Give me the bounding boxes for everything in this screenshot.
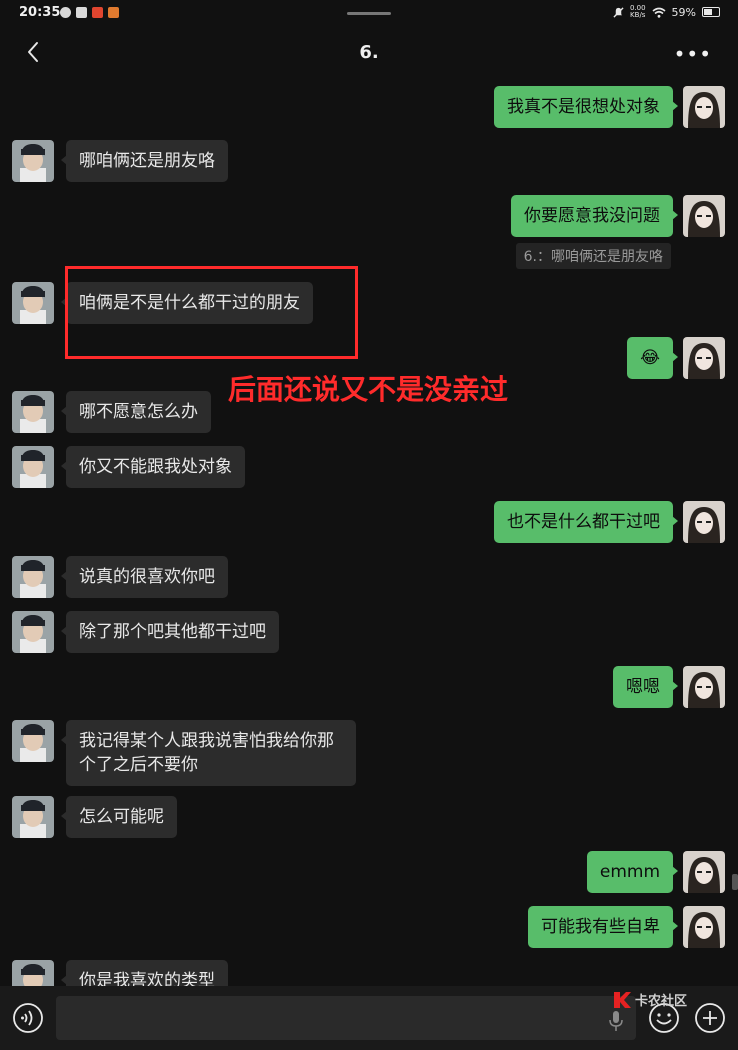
contact-avatar[interactable]: [12, 796, 54, 838]
message-bubble[interactable]: 嗯嗯: [613, 666, 678, 708]
message-bubble[interactable]: 也不是什么都干过吧: [494, 501, 678, 543]
watermark: 卡农社区: [612, 990, 687, 1009]
status-time: 20:35: [19, 5, 61, 20]
more-dots-icon[interactable]: •••: [674, 42, 712, 66]
message-bubble[interactable]: 我真不是很想处对象: [494, 86, 678, 128]
message-bubble[interactable]: 你又不能跟我处对象: [61, 446, 245, 488]
microphone-icon[interactable]: [608, 1010, 624, 1032]
contact-avatar[interactable]: [12, 446, 54, 488]
scroll-indicator[interactable]: [732, 874, 738, 890]
message-bubble[interactable]: 哪咱俩还是朋友咯: [61, 140, 228, 182]
annotation-text: 后面还说又不是没亲过: [228, 373, 509, 406]
self-avatar[interactable]: [683, 906, 725, 948]
status-bar: 20:35 0.00 KB/s 59%: [0, 0, 738, 28]
message-input[interactable]: [56, 996, 636, 1040]
wifi-icon: [652, 7, 666, 18]
voice-icon[interactable]: [12, 1002, 44, 1034]
contact-avatar[interactable]: [12, 556, 54, 598]
watermark-logo-icon: [614, 991, 631, 1008]
quoted-reply[interactable]: 6.：哪咱俩还是朋友咯: [515, 243, 671, 269]
message-bubble[interactable]: 我记得某个人跟我说害怕我给你那个了之后不要你: [61, 720, 356, 786]
contact-avatar[interactable]: [12, 611, 54, 653]
contact-avatar[interactable]: [12, 391, 54, 433]
battery-icon: [702, 7, 720, 17]
multitask-handle[interactable]: [347, 12, 391, 15]
message-bubble[interactable]: 可能我有些自卑: [528, 906, 678, 948]
net-speed: 0.00 KB/s: [629, 4, 646, 19]
chat-header: 6. •••: [0, 28, 738, 78]
battery-percent: 59%: [671, 5, 696, 19]
self-avatar[interactable]: [683, 501, 725, 543]
message-bubble[interactable]: 说真的很喜欢你吧: [61, 556, 228, 598]
chat-title: 6.: [359, 42, 379, 63]
self-avatar[interactable]: [683, 195, 725, 237]
message-bubble[interactable]: 哪不愿意怎么办: [61, 391, 211, 433]
message-notification-icon: [60, 7, 71, 18]
message-bubble[interactable]: 😂: [627, 337, 678, 379]
self-avatar[interactable]: [683, 86, 725, 128]
message-bubble[interactable]: 你要愿意我没问题: [511, 195, 678, 237]
watermark-text: 卡农社区: [635, 994, 688, 1009]
contact-avatar[interactable]: [12, 140, 54, 182]
app-notification-icon: [92, 7, 103, 18]
video-notification-icon: [76, 7, 87, 18]
contact-avatar[interactable]: [12, 282, 54, 324]
contact-avatar[interactable]: [12, 720, 54, 762]
self-avatar[interactable]: [683, 337, 725, 379]
mute-icon: [613, 6, 624, 18]
self-avatar[interactable]: [683, 666, 725, 708]
plus-icon[interactable]: [694, 1002, 726, 1034]
self-avatar[interactable]: [683, 851, 725, 893]
message-bubble[interactable]: 除了那个吧其他都干过吧: [61, 611, 279, 653]
highlight-box: [65, 266, 358, 359]
app-notification-icon-2: [108, 7, 119, 18]
message-bubble[interactable]: 怎么可能呢: [61, 796, 177, 838]
message-bubble[interactable]: emmm: [586, 851, 679, 893]
